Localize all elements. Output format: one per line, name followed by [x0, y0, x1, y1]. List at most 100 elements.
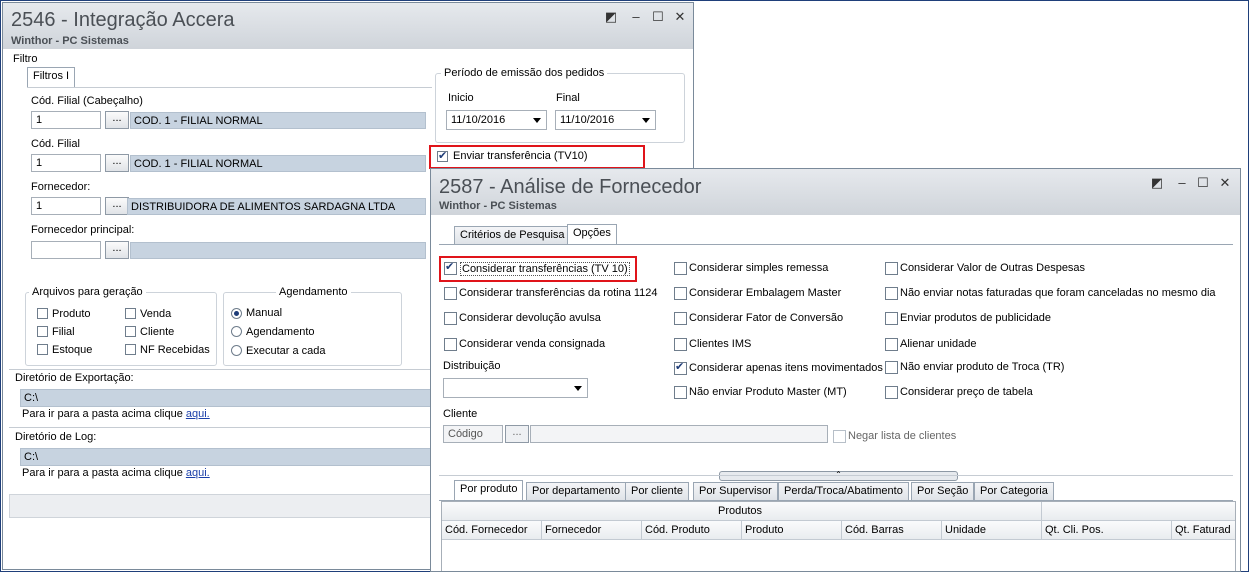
clientes-ims-checkbox[interactable] [674, 338, 687, 351]
nao-enviar-produto-troca-checkbox[interactable] [885, 361, 898, 374]
tab-por-secao[interactable]: Por Seção [911, 482, 975, 500]
nf-recebidas-checkbox[interactable] [125, 344, 136, 355]
dir-export-link[interactable]: aqui. [186, 408, 210, 420]
estoque-label: Estoque [52, 344, 93, 356]
cod-filial-cab-input[interactable]: 1 [31, 111, 101, 129]
inicio-date-picker[interactable]: 11/10/2016 [446, 110, 547, 130]
minimize-icon[interactable]: – [1175, 176, 1189, 190]
col-qt-faturada[interactable]: Qt. Faturad [1172, 521, 1235, 539]
final-date-picker[interactable]: 11/10/2016 [555, 110, 656, 130]
window-titlebar[interactable]: 2546 - Integração Accera Winthor - PC Si… [3, 3, 693, 49]
tab-por-departamento[interactable]: Por departamento [526, 482, 627, 500]
alienar-unidade-checkbox[interactable] [885, 338, 898, 351]
considerar-venda-consignada-checkbox[interactable] [444, 338, 457, 351]
considerar-transferencias-1124-label: Considerar transferências da rotina 1124 [459, 287, 658, 299]
restore-icon[interactable]: ◩ [1150, 176, 1164, 190]
chevron-down-icon [642, 118, 650, 123]
alienar-unidade-label: Alienar unidade [900, 338, 977, 350]
close-icon[interactable]: ✕ [1218, 176, 1232, 190]
considerar-outras-despesas-label: Considerar Valor de Outras Despesas [900, 262, 1086, 274]
col-cod-fornecedor[interactable]: Cód. Fornecedor [442, 521, 542, 539]
col-cod-barras[interactable]: Cód. Barras [842, 521, 942, 539]
considerar-preco-tabela-checkbox[interactable] [885, 386, 898, 399]
agendamento-label: Agendamento [276, 286, 351, 298]
cliente-checkbox[interactable] [125, 326, 136, 337]
cod-filial-input[interactable]: 1 [31, 154, 101, 172]
executar-a-cada-radio[interactable] [231, 345, 242, 356]
considerar-fator-conversao-checkbox[interactable] [674, 312, 687, 325]
products-grid: Produtos Cód. Fornecedor Fornecedor Cód.… [441, 501, 1236, 571]
considerar-simples-remessa-checkbox[interactable] [674, 262, 687, 275]
periodo-label: Período de emissão dos pedidos [441, 67, 608, 79]
close-icon[interactable]: ✕ [673, 10, 687, 24]
inicio-label: Inicio [448, 92, 474, 104]
maximize-icon[interactable]: ☐ [651, 10, 665, 24]
produto-checkbox[interactable] [37, 308, 48, 319]
nao-enviar-notas-canceladas-checkbox[interactable] [885, 287, 898, 300]
considerar-embalagem-master-checkbox[interactable] [674, 287, 687, 300]
enviar-produtos-publicidade-label: Enviar produtos de publicidade [900, 312, 1052, 324]
tab-opcoes[interactable]: Opções [567, 224, 617, 244]
manual-radio[interactable] [231, 308, 242, 319]
tab-por-supervisor[interactable]: Por Supervisor [693, 482, 778, 500]
considerar-devolucao-avulsa-label: Considerar devolução avulsa [459, 312, 601, 324]
final-date-value: 11/10/2016 [560, 114, 615, 126]
window-title: 2546 - Integração Accera [11, 9, 235, 31]
tab-perda-troca[interactable]: Perda/Troca/Abatimento [778, 482, 909, 500]
nao-enviar-produto-master-checkbox[interactable] [674, 386, 687, 399]
nao-enviar-produto-master-label: Não enviar Produto Master (MT) [689, 386, 847, 398]
filial-label: Filial [52, 326, 75, 338]
chevron-down-icon [574, 386, 582, 391]
fornecedor-lookup-button[interactable]: ... [105, 197, 129, 215]
fornecedor-principal-lookup-button[interactable]: ... [105, 241, 129, 259]
inicio-date-value: 11/10/2016 [451, 114, 506, 126]
cod-filial-cab-lookup-button[interactable]: ... [105, 111, 129, 129]
enviar-produtos-publicidade-checkbox[interactable] [885, 312, 898, 325]
negar-lista-clientes-checkbox[interactable] [833, 430, 846, 443]
fornecedor-label: Fornecedor: [31, 181, 91, 193]
col-qt-cli-pos[interactable]: Qt. Cli. Pos. [1042, 521, 1172, 539]
chevron-down-icon [533, 118, 541, 123]
minimize-icon[interactable]: – [629, 10, 643, 24]
fornecedor-input[interactable]: 1 [31, 197, 101, 215]
venda-label: Venda [140, 308, 172, 320]
cliente-codigo-input[interactable]: Código [443, 425, 503, 443]
cod-filial-cab-desc: COD. 1 - FILIAL NORMAL [130, 112, 426, 129]
splitter-handle[interactable]: ⌃ [719, 471, 958, 481]
grid-group-header: Produtos [442, 502, 1235, 521]
cod-filial-lookup-button[interactable]: ... [105, 154, 129, 172]
col-produto[interactable]: Produto [742, 521, 842, 539]
tab-por-produto[interactable]: Por produto [454, 480, 524, 500]
executar-a-cada-label: Executar a cada [246, 345, 326, 357]
dir-export-input[interactable]: C:\ [20, 389, 440, 407]
tab-criterios[interactable]: Critérios de Pesquisa [454, 226, 571, 244]
status-bar [9, 494, 441, 518]
fornecedor-principal-input[interactable] [31, 241, 101, 259]
considerar-transferencias-1124-checkbox[interactable] [444, 287, 457, 300]
considerar-itens-movimentados-checkbox[interactable] [674, 360, 687, 375]
tab-por-categoria[interactable]: Por Categoria [974, 482, 1054, 500]
tab-por-cliente[interactable]: Por cliente [625, 482, 689, 500]
venda-checkbox[interactable] [125, 308, 136, 319]
considerar-devolucao-avulsa-checkbox[interactable] [444, 312, 457, 325]
estoque-checkbox[interactable] [37, 344, 48, 355]
agendamento-radio[interactable] [231, 326, 242, 337]
cliente-desc-input[interactable] [530, 425, 828, 443]
filial-checkbox[interactable] [37, 326, 48, 337]
col-fornecedor[interactable]: Fornecedor [542, 521, 642, 539]
window-titlebar[interactable]: 2587 - Análise de Fornecedor Winthor - P… [431, 169, 1240, 215]
dir-log-input[interactable]: C:\ [20, 448, 440, 466]
col-cod-produto[interactable]: Cód. Produto [642, 521, 742, 539]
cliente-lookup-button[interactable]: ... [505, 425, 529, 443]
final-label: Final [556, 92, 580, 104]
window-analise-fornecedor: 2587 - Análise de Fornecedor Winthor - P… [430, 168, 1241, 572]
tab-filtros-i[interactable]: Filtros I [27, 67, 76, 87]
dir-log-link[interactable]: aqui. [186, 467, 210, 479]
distribuicao-select[interactable] [443, 378, 588, 398]
restore-icon[interactable]: ◩ [604, 10, 618, 24]
considerar-outras-despesas-checkbox[interactable] [885, 262, 898, 275]
considerar-embalagem-master-label: Considerar Embalagem Master [689, 287, 842, 299]
col-unidade[interactable]: Unidade [942, 521, 1042, 539]
maximize-icon[interactable]: ☐ [1196, 176, 1210, 190]
cliente-label: Cliente [140, 326, 175, 338]
